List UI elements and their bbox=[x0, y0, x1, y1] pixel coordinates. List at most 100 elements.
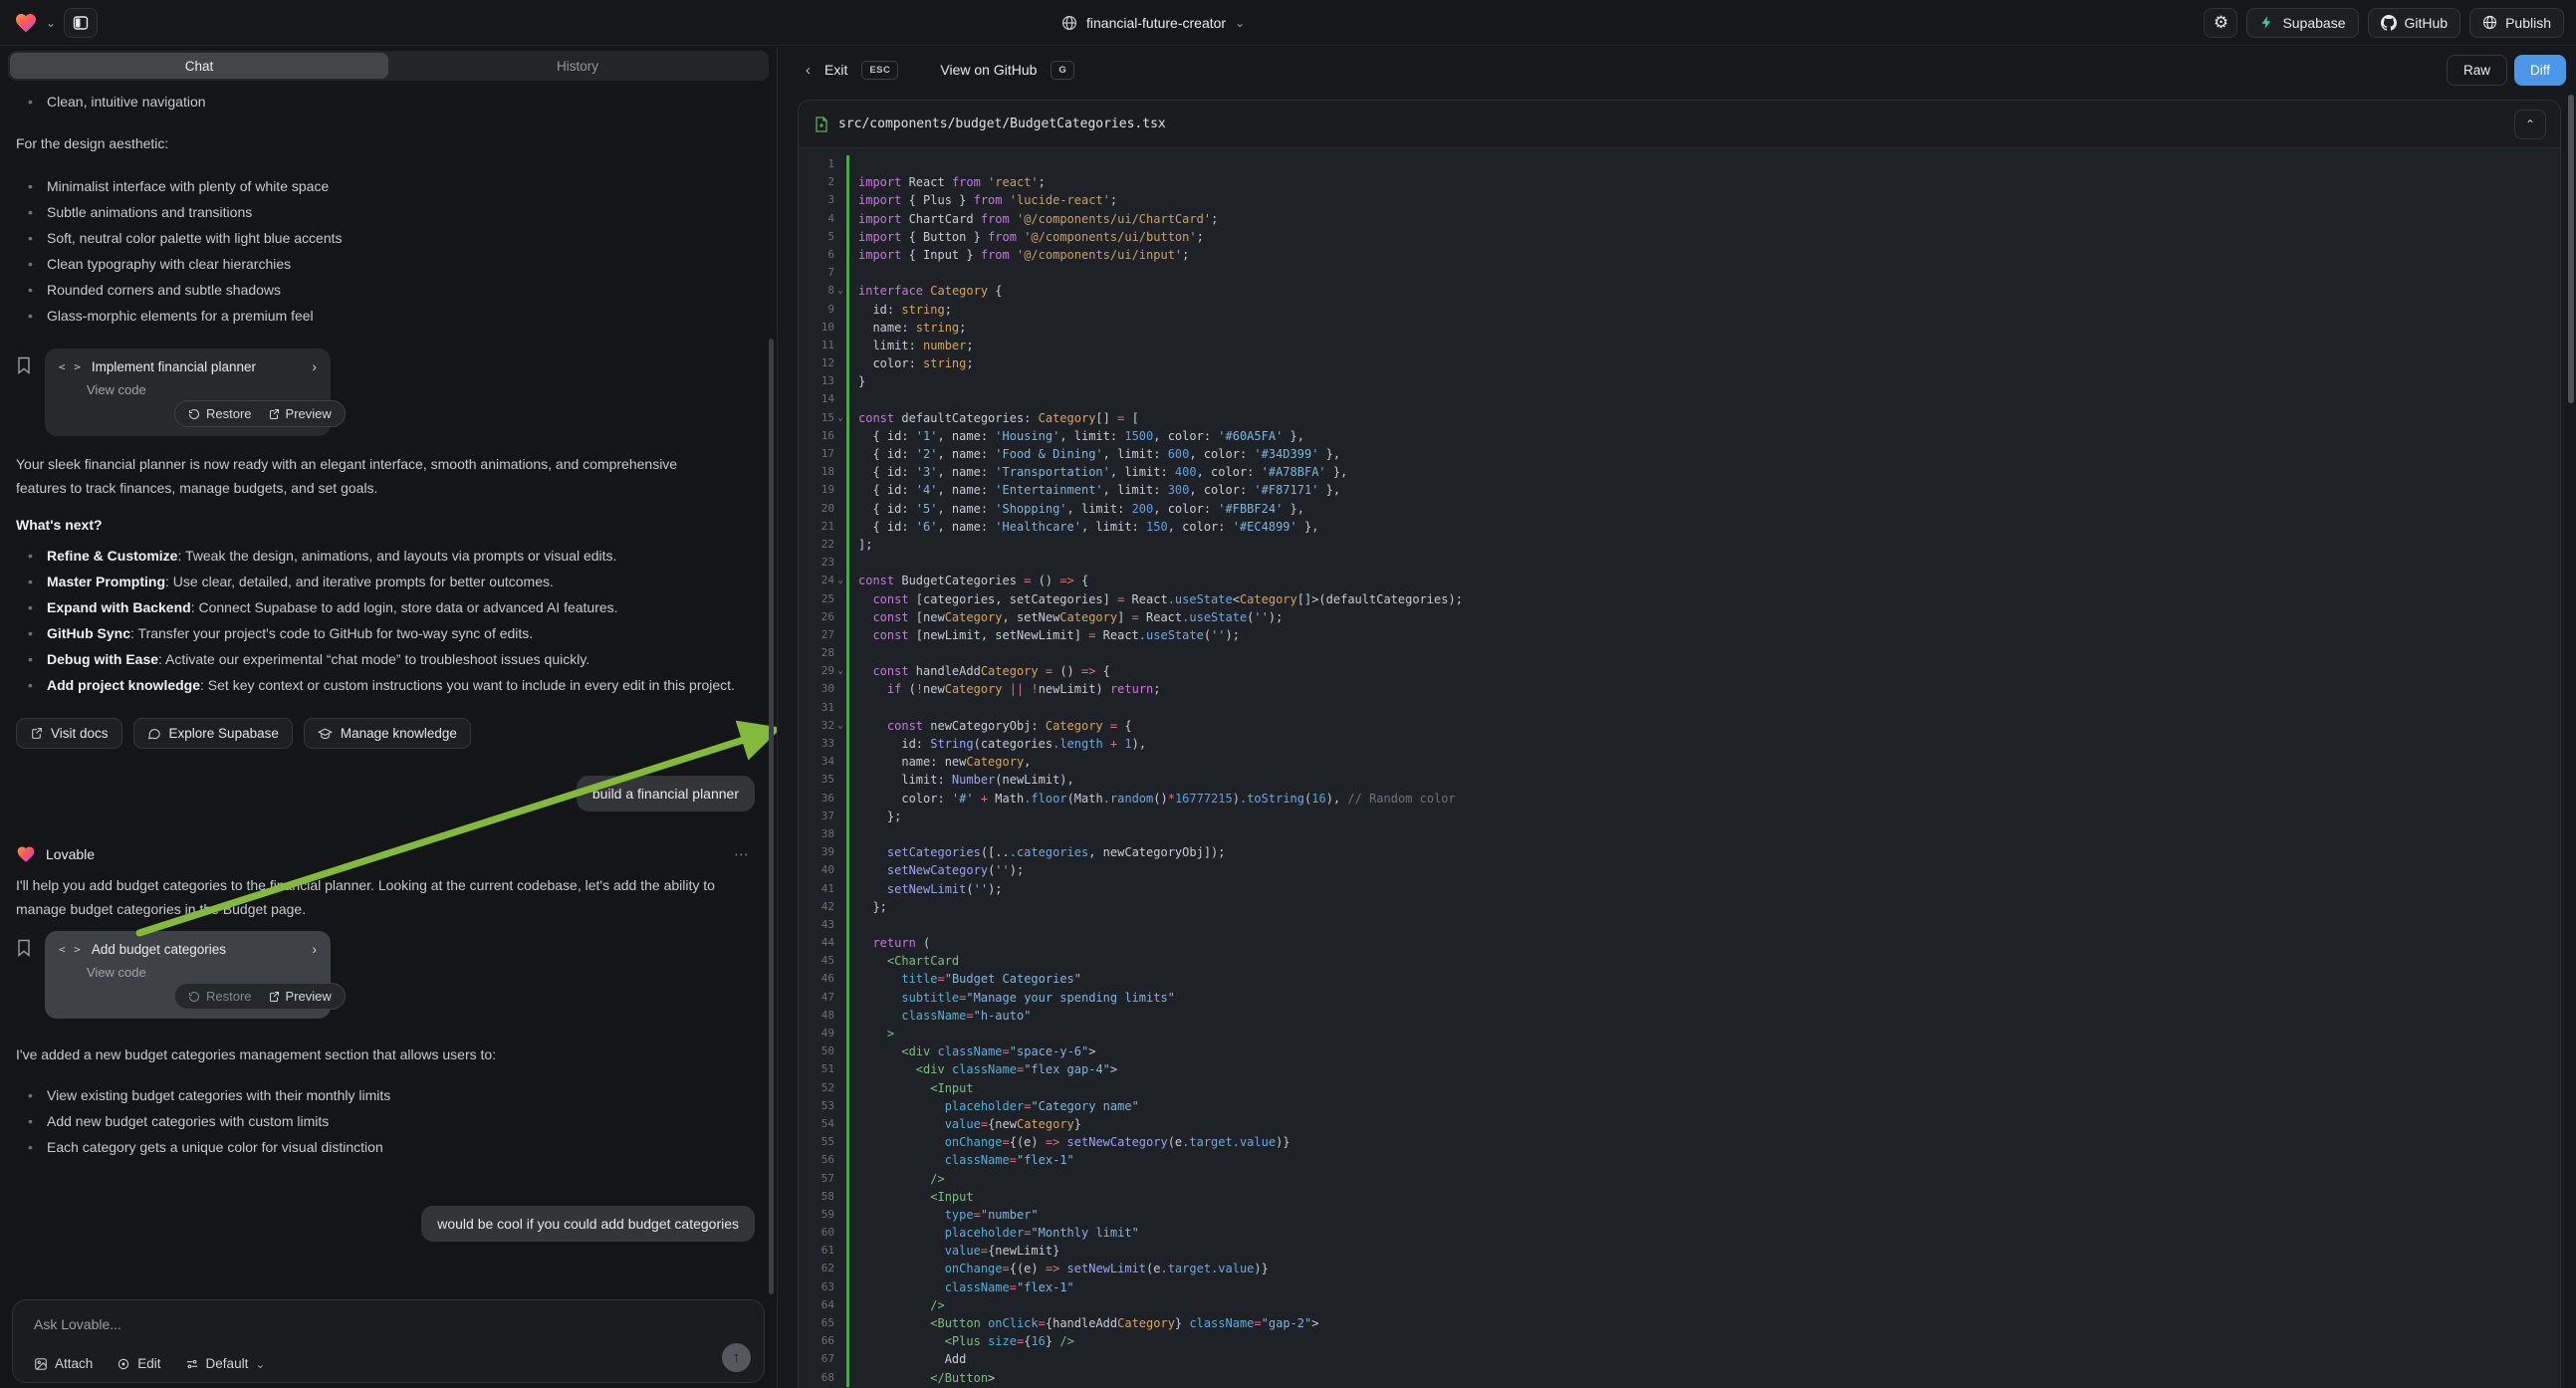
code-lines: 1 2import React from 'react';3import { P… bbox=[799, 155, 2560, 1387]
list-item: Master Prompting: Use clear, detailed, a… bbox=[16, 569, 758, 594]
lovable-logo-icon[interactable] bbox=[14, 11, 38, 35]
code-line: 58 <Input bbox=[799, 1188, 2560, 1206]
raw-toggle-button[interactable]: Raw bbox=[2447, 55, 2507, 86]
code-line: 35 limit: Number(newLimit), bbox=[799, 771, 2560, 789]
tab-chat[interactable]: Chat bbox=[10, 53, 388, 79]
chat-scroll-area[interactable]: Clean, intuitive navigation For the desi… bbox=[0, 81, 777, 1298]
code-line: 11 limit: number; bbox=[799, 337, 2560, 354]
file-path: src/components/budget/BudgetCategories.t… bbox=[838, 116, 1166, 131]
g-kbd-badge: G bbox=[1051, 61, 1074, 80]
file-added-icon bbox=[815, 116, 828, 132]
target-icon bbox=[117, 1357, 130, 1371]
code-line: 22]; bbox=[799, 536, 2560, 554]
view-code-link[interactable]: View code bbox=[59, 382, 317, 397]
code-line: 26 const [newCategory, setNewCategory] =… bbox=[799, 608, 2560, 626]
quick-actions: Visit docs Explore Supabase bbox=[16, 718, 761, 749]
code-line: 53 placeholder="Category name" bbox=[799, 1097, 2560, 1115]
view-on-github-button[interactable]: View on GitHub bbox=[940, 62, 1037, 78]
bookmark-icon[interactable] bbox=[16, 939, 32, 1019]
code-line: 27 const [newLimit, setNewLimit] = React… bbox=[799, 626, 2560, 644]
preview-button[interactable]: Preview bbox=[268, 406, 332, 421]
explore-supabase-button[interactable]: Explore Supabase bbox=[133, 718, 293, 749]
manage-knowledge-button[interactable]: Manage knowledge bbox=[304, 718, 471, 749]
list-item: Expand with Backend: Connect Supabase to… bbox=[16, 594, 758, 620]
tool-card[interactable]: < > Implement financial planner › View c… bbox=[45, 348, 331, 436]
restore-button[interactable]: Restore bbox=[188, 406, 252, 421]
user-message: build a financial planner bbox=[577, 776, 755, 811]
code-line: 55 onChange={(e) => setNewCategory(e.tar… bbox=[799, 1133, 2560, 1151]
gear-icon: ⚙ bbox=[2214, 13, 2228, 33]
code-line: 23 bbox=[799, 554, 2560, 572]
code-line: 39 setCategories([...categories, newCate… bbox=[799, 843, 2560, 861]
code-line: 31 bbox=[799, 699, 2560, 717]
list-item: Clean, intuitive navigation bbox=[16, 89, 761, 115]
code-line: 32⌄ const newCategoryObj: Category = { bbox=[799, 717, 2560, 735]
model-selector[interactable]: Default ⌄ bbox=[185, 1356, 266, 1371]
attach-button[interactable]: Attach bbox=[34, 1356, 93, 1371]
message-menu-icon[interactable]: ⋯ bbox=[734, 845, 751, 863]
settings-button[interactable]: ⚙ bbox=[2204, 8, 2237, 38]
added-summary: I've added a new budget categories manag… bbox=[16, 1042, 761, 1066]
code-line: 2import React from 'react'; bbox=[799, 173, 2560, 191]
top-bar: ⌄ financial-future-creator ⌄ ⚙ bbox=[0, 0, 2576, 46]
design-heading: For the design aesthetic: bbox=[16, 131, 761, 155]
code-line: 67 Add bbox=[799, 1350, 2560, 1368]
send-button[interactable]: ↑ bbox=[722, 1343, 751, 1372]
user-message-row: build a financial planner bbox=[16, 776, 761, 811]
code-line: 65 <Button onClick={handleAddCategory} c… bbox=[799, 1314, 2560, 1332]
view-code-link[interactable]: View code bbox=[59, 965, 317, 980]
code-line: 18 { id: '3', name: 'Transportation', li… bbox=[799, 463, 2560, 481]
collapse-file-button[interactable]: ⌃ bbox=[2514, 110, 2546, 139]
project-chevron-down-icon: ⌄ bbox=[1235, 17, 1245, 29]
code-line: 59 type="number" bbox=[799, 1206, 2560, 1224]
publish-button[interactable]: Publish bbox=[2469, 8, 2564, 38]
clipped-bullet-list: Clean, intuitive navigation bbox=[16, 89, 761, 115]
code-area[interactable]: 1 2import React from 'react';3import { P… bbox=[799, 148, 2560, 1388]
code-line: 28 bbox=[799, 644, 2560, 662]
list-item: Subtle animations and transitions bbox=[16, 199, 761, 225]
tab-history[interactable]: History bbox=[388, 53, 767, 79]
supabase-button[interactable]: Supabase bbox=[2246, 8, 2358, 38]
back-chevron-icon[interactable]: ‹ bbox=[806, 62, 811, 79]
list-item: Debug with Ease: Activate our experiment… bbox=[16, 646, 758, 672]
code-line: 51 <div className="flex gap-4"> bbox=[799, 1060, 2560, 1078]
code-line: 66 <Plus size={16} /> bbox=[799, 1332, 2560, 1350]
chevron-right-icon[interactable]: › bbox=[312, 941, 317, 957]
list-item: Add project knowledge: Set key context o… bbox=[16, 672, 758, 698]
code-line: 20 { id: '5', name: 'Shopping', limit: 2… bbox=[799, 500, 2560, 518]
visit-docs-button[interactable]: Visit docs bbox=[16, 718, 122, 749]
restore-button[interactable]: Restore bbox=[188, 989, 252, 1004]
file-diff-card: src/components/budget/BudgetCategories.t… bbox=[798, 100, 2561, 1388]
assistant-help-text: I'll help you add budget categories to t… bbox=[16, 873, 761, 921]
sidebar-toggle-button[interactable] bbox=[64, 8, 98, 38]
file-header[interactable]: src/components/budget/BudgetCategories.t… bbox=[799, 101, 2560, 148]
preview-button[interactable]: Preview bbox=[268, 989, 332, 1004]
list-item: Add new budget categories with custom li… bbox=[16, 1108, 761, 1134]
user-message: would be cool if you could add budget ca… bbox=[421, 1206, 755, 1242]
bookmark-icon[interactable] bbox=[16, 356, 32, 436]
code-line: 48 className="h-auto" bbox=[799, 1007, 2560, 1025]
code-line: 37 }; bbox=[799, 808, 2560, 825]
user-message-row: would be cool if you could add budget ca… bbox=[16, 1206, 761, 1242]
viewer-scrollbar[interactable] bbox=[2568, 95, 2574, 403]
github-button[interactable]: GitHub bbox=[2368, 8, 2461, 38]
code-line: 6import { Input } from '@/components/ui/… bbox=[799, 246, 2560, 264]
prompt-input-box[interactable]: Ask Lovable... Attach bbox=[12, 1299, 765, 1383]
logo-chevron-down-icon[interactable]: ⌄ bbox=[46, 17, 56, 29]
exit-button[interactable]: Exit bbox=[824, 62, 847, 78]
tool-card[interactable]: < > Add budget categories › View code bbox=[45, 931, 331, 1019]
restore-preview-pill: Restore Preview bbox=[174, 983, 346, 1010]
chevron-right-icon[interactable]: › bbox=[312, 358, 317, 374]
project-switcher[interactable]: financial-future-creator ⌄ bbox=[1061, 0, 1245, 46]
code-line: 62 onChange={(e) => setNewLimit(e.target… bbox=[799, 1260, 2560, 1277]
list-item: Minimalist interface with plenty of whit… bbox=[16, 173, 761, 199]
code-viewer-panel: ‹ Exit ESC View on GitHub G Raw Diff src… bbox=[777, 47, 2576, 1388]
chat-scrollbar[interactable] bbox=[769, 339, 774, 1294]
code-line: 42 }; bbox=[799, 898, 2560, 916]
prompt-placeholder: Ask Lovable... bbox=[34, 1316, 121, 1332]
code-line: 15⌄const defaultCategories: Category[] =… bbox=[799, 409, 2560, 427]
external-link-icon bbox=[268, 408, 280, 420]
edit-mode-button[interactable]: Edit bbox=[117, 1356, 160, 1371]
diff-toggle-button[interactable]: Diff bbox=[2514, 55, 2566, 86]
code-line: 17 { id: '2', name: 'Food & Dining', lim… bbox=[799, 445, 2560, 463]
